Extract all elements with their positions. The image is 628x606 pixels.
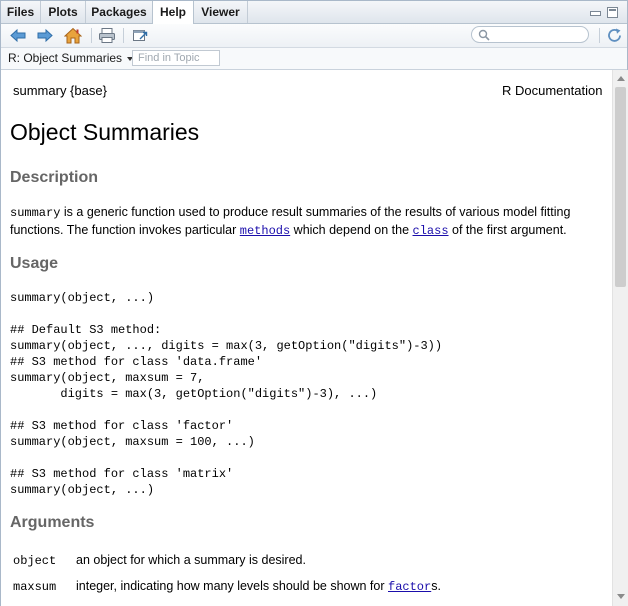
doc-header-right: R Documentation <box>502 83 603 98</box>
help-toolbar <box>1 24 627 48</box>
class-link[interactable]: class <box>413 224 449 238</box>
help-search-input[interactable] <box>494 27 584 42</box>
vertical-scrollbar[interactable] <box>612 70 628 606</box>
maximize-pane-icon[interactable] <box>607 7 618 18</box>
argument-description: integer, indicating how many levels shou… <box>76 579 441 594</box>
tab-viewer[interactable]: Viewer <box>194 1 248 23</box>
tab-packages[interactable]: Packages <box>86 1 153 23</box>
help-content: summary {base} R Documentation Object Su… <box>1 70 612 606</box>
help-pane: Files Plots Packages Help Viewer R: Obje… <box>0 0 628 606</box>
tab-help[interactable]: Help <box>152 1 194 24</box>
toolbar-separator <box>599 28 600 43</box>
usage-code: summary(object, ...) ## Default S3 metho… <box>10 291 443 497</box>
minimize-pane-icon[interactable] <box>590 11 601 16</box>
arguments-heading: Arguments <box>10 514 95 531</box>
page-title: Object Summaries <box>10 119 200 145</box>
factor-link[interactable]: factor <box>388 580 431 594</box>
scrollbar-thumb[interactable] <box>615 87 626 287</box>
methods-link[interactable]: methods <box>240 224 290 238</box>
toolbar-separator <box>91 28 92 43</box>
find-in-topic-input[interactable] <box>132 50 220 66</box>
doc-header-left: summary {base} <box>13 83 107 98</box>
usage-heading: Usage <box>10 255 59 272</box>
description-text: summary is a generic function used to pr… <box>10 205 571 238</box>
pane-tab-bar: Files Plots Packages Help Viewer <box>1 1 627 24</box>
argument-name: maxsum <box>13 580 57 594</box>
toolbar-separator <box>123 28 124 43</box>
show-in-window-icon[interactable] <box>131 27 149 44</box>
topic-dropdown[interactable]: R: Object Summaries <box>8 51 134 66</box>
refresh-icon[interactable] <box>606 27 624 44</box>
search-icon <box>478 29 490 41</box>
argument-description: an object for which a summary is desired… <box>76 553 306 567</box>
topic-dropdown-label: R: Object Summaries <box>8 51 123 65</box>
home-icon[interactable] <box>64 27 82 44</box>
function-name: summary <box>10 206 61 220</box>
scroll-up-arrow-icon[interactable] <box>617 76 625 81</box>
forward-arrow-icon[interactable] <box>36 27 54 44</box>
tab-plots[interactable]: Plots <box>41 1 86 23</box>
description-heading: Description <box>10 169 99 186</box>
scroll-down-arrow-icon[interactable] <box>617 594 625 599</box>
help-search-box[interactable] <box>471 26 589 43</box>
argument-name: object <box>13 554 57 568</box>
tab-files[interactable]: Files <box>1 1 41 23</box>
print-icon[interactable] <box>98 27 116 44</box>
topic-bar: R: Object Summaries <box>1 48 627 70</box>
back-arrow-icon[interactable] <box>9 27 27 44</box>
